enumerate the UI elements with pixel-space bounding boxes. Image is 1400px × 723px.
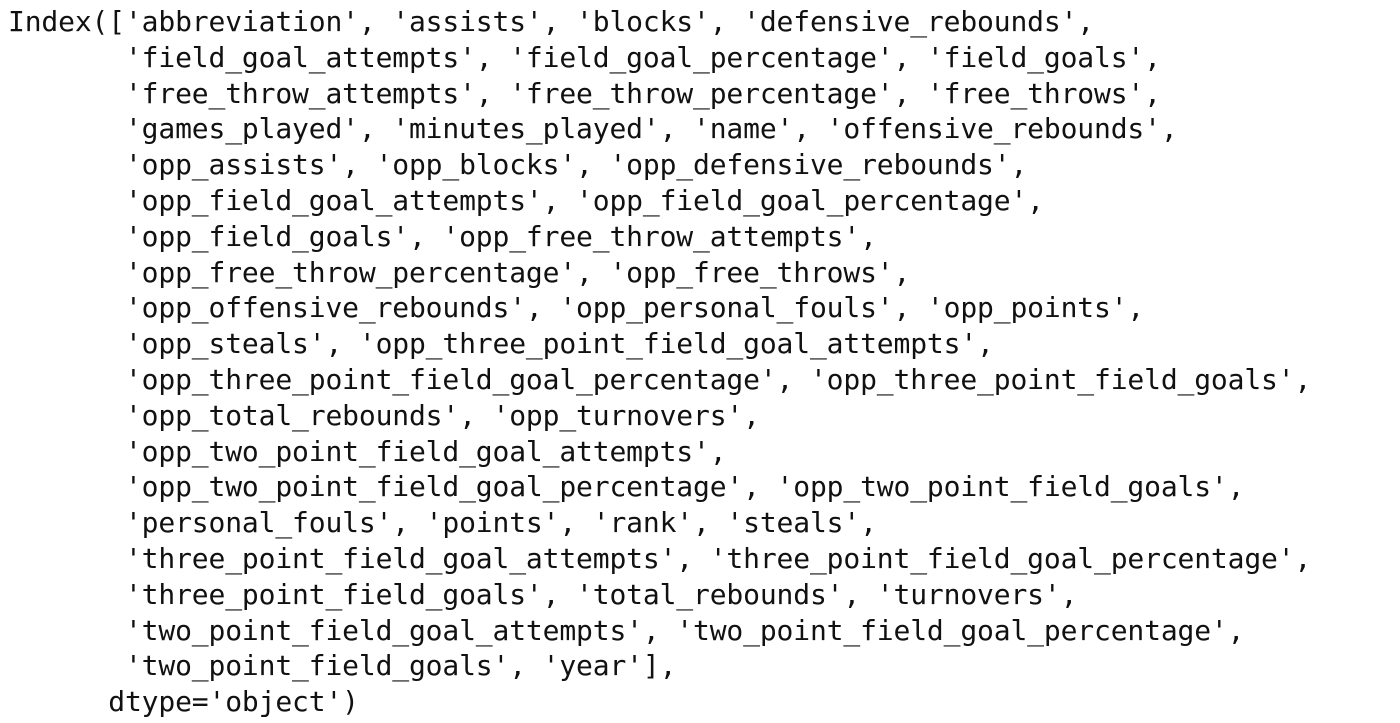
output-line: 'opp_two_point_field_goal_percentage', '… [8,470,1245,504]
output-line: Index(['abbreviation', 'assists', 'block… [8,5,1094,38]
output-line: 'opp_offensive_rebounds', 'opp_personal_… [8,291,1145,325]
output-line: 'opp_two_point_field_goal_attempts', [8,434,727,468]
output-line: 'free_throw_attempts', 'free_throw_perce… [8,76,1161,110]
code-output-cell: Index(['abbreviation', 'assists', 'block… [0,0,1400,723]
output-line: 'two_point_field_goals', 'year'], [8,649,677,683]
output-line: 'two_point_field_goal_attempts', 'two_po… [8,613,1245,647]
output-line: 'opp_assists', 'opp_blocks', 'opp_defens… [8,148,1028,182]
output-line: 'opp_free_throw_percentage', 'opp_free_t… [8,255,911,289]
output-line: 'games_played', 'minutes_played', 'name'… [8,112,1178,146]
output-line: 'three_point_field_goals', 'total_reboun… [8,577,1078,611]
output-line: 'three_point_field_goal_attempts', 'thre… [8,541,1312,575]
output-line: 'opp_field_goal_attempts', 'opp_field_go… [8,183,1044,217]
output-line: 'field_goal_attempts', 'field_goal_perce… [8,40,1161,74]
output-line: dtype='object') [8,685,359,719]
output-line: 'opp_field_goals', 'opp_free_throw_attem… [8,219,877,253]
index-output-text: Index(['abbreviation', 'assists', 'block… [8,4,1311,720]
output-line: 'personal_fouls', 'points', 'rank', 'ste… [8,506,877,540]
output-line: 'opp_three_point_field_goal_percentage',… [8,362,1312,396]
output-line: 'opp_steals', 'opp_three_point_field_goa… [8,327,994,361]
output-line: 'opp_total_rebounds', 'opp_turnovers', [8,398,760,432]
